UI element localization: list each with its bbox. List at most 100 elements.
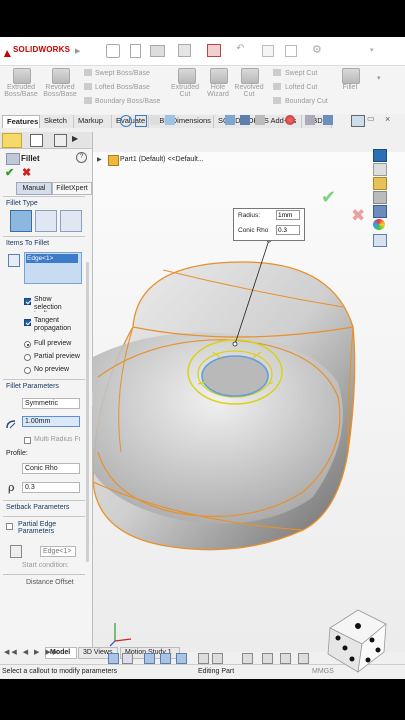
ribbon-fillet[interactable]: Fillet <box>336 84 364 91</box>
appearances-icon[interactable] <box>373 219 385 230</box>
view-settings-icon[interactable] <box>323 115 333 125</box>
tree-expand-icon[interactable]: ▶ <box>97 156 102 163</box>
options-gear-icon[interactable]: ⚙ <box>312 43 322 56</box>
feature-manager-tab-icon[interactable] <box>2 133 22 148</box>
extruded-boss-icon[interactable] <box>13 68 31 84</box>
swept-boss-icon[interactable] <box>84 69 92 76</box>
scene-icon[interactable] <box>305 115 315 125</box>
open-folder-icon[interactable] <box>150 45 165 57</box>
cancel-x-icon[interactable]: ✖ <box>22 166 31 179</box>
callout-radius-value[interactable]: 1mm <box>276 210 300 220</box>
appearance-icon[interactable] <box>285 115 295 125</box>
window-restore-icon[interactable]: ▭ <box>367 114 375 123</box>
filter-icon[interactable] <box>280 653 291 664</box>
part-tree-label[interactable]: Part1 (Default) <<Default... <box>120 156 204 163</box>
setback-parameters-header[interactable]: Setback Parameters <box>6 504 69 511</box>
view-palette-icon[interactable] <box>373 205 387 218</box>
face-fillet-icon[interactable] <box>60 210 82 232</box>
ribbon-boundary-boss[interactable]: Boundary Boss/Base <box>95 98 160 105</box>
ribbon-hole-wizard[interactable]: Hole Wizard <box>203 84 233 99</box>
triangle-icon[interactable]: ▶ <box>75 47 80 55</box>
graphics-viewport[interactable]: Radius: 1mm Conic Rho 0.3 ✔ ✖ <box>93 152 405 652</box>
lofted-boss-icon[interactable] <box>84 83 92 90</box>
rho-input[interactable]: 0.3 <box>22 482 80 493</box>
filter-icon[interactable] <box>122 653 133 664</box>
variable-size-fillet-icon[interactable] <box>35 210 57 232</box>
filter-icon[interactable] <box>298 653 309 664</box>
rebuild-icon[interactable] <box>285 45 297 57</box>
ok-check-icon[interactable]: ✔ <box>5 166 14 179</box>
print-icon[interactable] <box>207 44 221 57</box>
filter-icon[interactable] <box>144 653 155 664</box>
profile-select[interactable]: Conic Rho <box>22 463 80 474</box>
fillet-method-select[interactable]: Symmetric <box>22 398 80 409</box>
previous-view-icon[interactable] <box>150 115 160 125</box>
save-icon[interactable] <box>178 44 191 57</box>
items-selection-box[interactable]: Edge<1> <box>24 252 82 284</box>
show-selection-toolbar-checkbox[interactable] <box>24 298 31 305</box>
view-orientation-icon[interactable] <box>225 115 235 125</box>
ribbon-revolved-cut[interactable]: Revolved Cut <box>233 84 265 99</box>
panel-more-icon[interactable]: ▶ <box>72 134 78 143</box>
dropdown-arrow-icon[interactable]: ▾ <box>370 46 374 54</box>
ribbon-boundary-cut[interactable]: Boundary Cut <box>285 98 328 105</box>
callout-rho-value[interactable]: 0.3 <box>276 225 300 235</box>
zoom-fit-icon[interactable] <box>120 115 132 127</box>
filter-icon[interactable] <box>108 653 119 664</box>
help-icon[interactable]: ? <box>76 152 87 163</box>
resources-icon[interactable] <box>373 163 387 176</box>
boundary-cut-icon[interactable] <box>273 97 281 104</box>
ribbon-lofted-boss[interactable]: Lofted Boss/Base <box>95 84 150 91</box>
file-explorer-icon[interactable] <box>373 191 387 204</box>
ribbon-more-icon[interactable]: ▾ <box>377 74 381 82</box>
hide-show-icon[interactable] <box>255 115 265 125</box>
boundary-boss-icon[interactable] <box>84 97 92 104</box>
ribbon-extruded-cut[interactable]: Extruded Cut <box>170 84 200 99</box>
monitor-icon[interactable] <box>351 115 365 127</box>
manual-tab[interactable]: Manual <box>16 182 52 195</box>
hole-wizard-icon[interactable] <box>210 68 228 84</box>
design-library-icon[interactable] <box>373 177 387 190</box>
close-window-icon[interactable]: × <box>385 114 390 124</box>
ribbon-lofted-cut[interactable]: Lofted Cut <box>285 84 317 91</box>
filter-icon[interactable] <box>176 653 187 664</box>
home-task-icon[interactable] <box>373 149 387 162</box>
fillet-callout[interactable]: Radius: 1mm Conic Rho 0.3 <box>233 208 305 241</box>
tab-features[interactable]: Features <box>2 115 40 128</box>
extruded-cut-icon[interactable] <box>178 68 196 84</box>
partial-preview-radio[interactable] <box>24 354 31 361</box>
partial-edge-checkbox[interactable] <box>6 523 13 530</box>
no-preview-radio[interactable] <box>24 367 31 374</box>
multi-radius-checkbox[interactable] <box>24 437 31 444</box>
filter-icon[interactable] <box>198 653 209 664</box>
tangent-propagation-checkbox[interactable] <box>24 319 31 326</box>
filletxpert-tab[interactable]: FilletXpert <box>52 182 92 195</box>
ribbon-swept-cut[interactable]: Swept Cut <box>285 70 317 77</box>
full-preview-radio[interactable] <box>24 341 31 348</box>
tab-sketch[interactable]: Sketch <box>40 115 74 128</box>
home-icon[interactable] <box>106 44 120 58</box>
custom-properties-icon[interactable] <box>373 234 387 247</box>
ribbon-swept-boss[interactable]: Swept Boss/Base <box>95 70 150 77</box>
section-view-icon[interactable] <box>165 115 175 125</box>
ribbon-revolved-boss[interactable]: Revolved Boss/Base <box>40 84 80 99</box>
revolved-cut-icon[interactable] <box>241 68 259 84</box>
confirm-check-icon[interactable]: ✔ <box>321 187 336 208</box>
display-style-icon[interactable] <box>240 115 250 125</box>
revolved-boss-icon[interactable] <box>52 68 70 84</box>
panel-scrollbar[interactable] <box>86 262 89 562</box>
filter-icon[interactable] <box>242 653 253 664</box>
fillet-icon[interactable] <box>342 68 360 84</box>
ribbon-extruded-boss[interactable]: Extruded Boss/Base <box>2 84 40 99</box>
radius-input[interactable]: 1.00mm <box>22 416 80 427</box>
undo-icon[interactable]: ↶ <box>236 43 244 54</box>
filter-icon[interactable] <box>160 653 171 664</box>
partial-edge-item-field[interactable]: Edge<1> <box>40 546 76 557</box>
pointer-icon[interactable] <box>262 45 274 57</box>
lofted-cut-icon[interactable] <box>273 83 281 90</box>
filter-icon[interactable] <box>262 653 273 664</box>
zoom-area-icon[interactable] <box>135 115 147 127</box>
selected-edge-item[interactable]: Edge<1> <box>26 254 78 263</box>
configuration-manager-tab-icon[interactable] <box>54 134 67 147</box>
constant-size-fillet-icon[interactable] <box>10 210 32 232</box>
